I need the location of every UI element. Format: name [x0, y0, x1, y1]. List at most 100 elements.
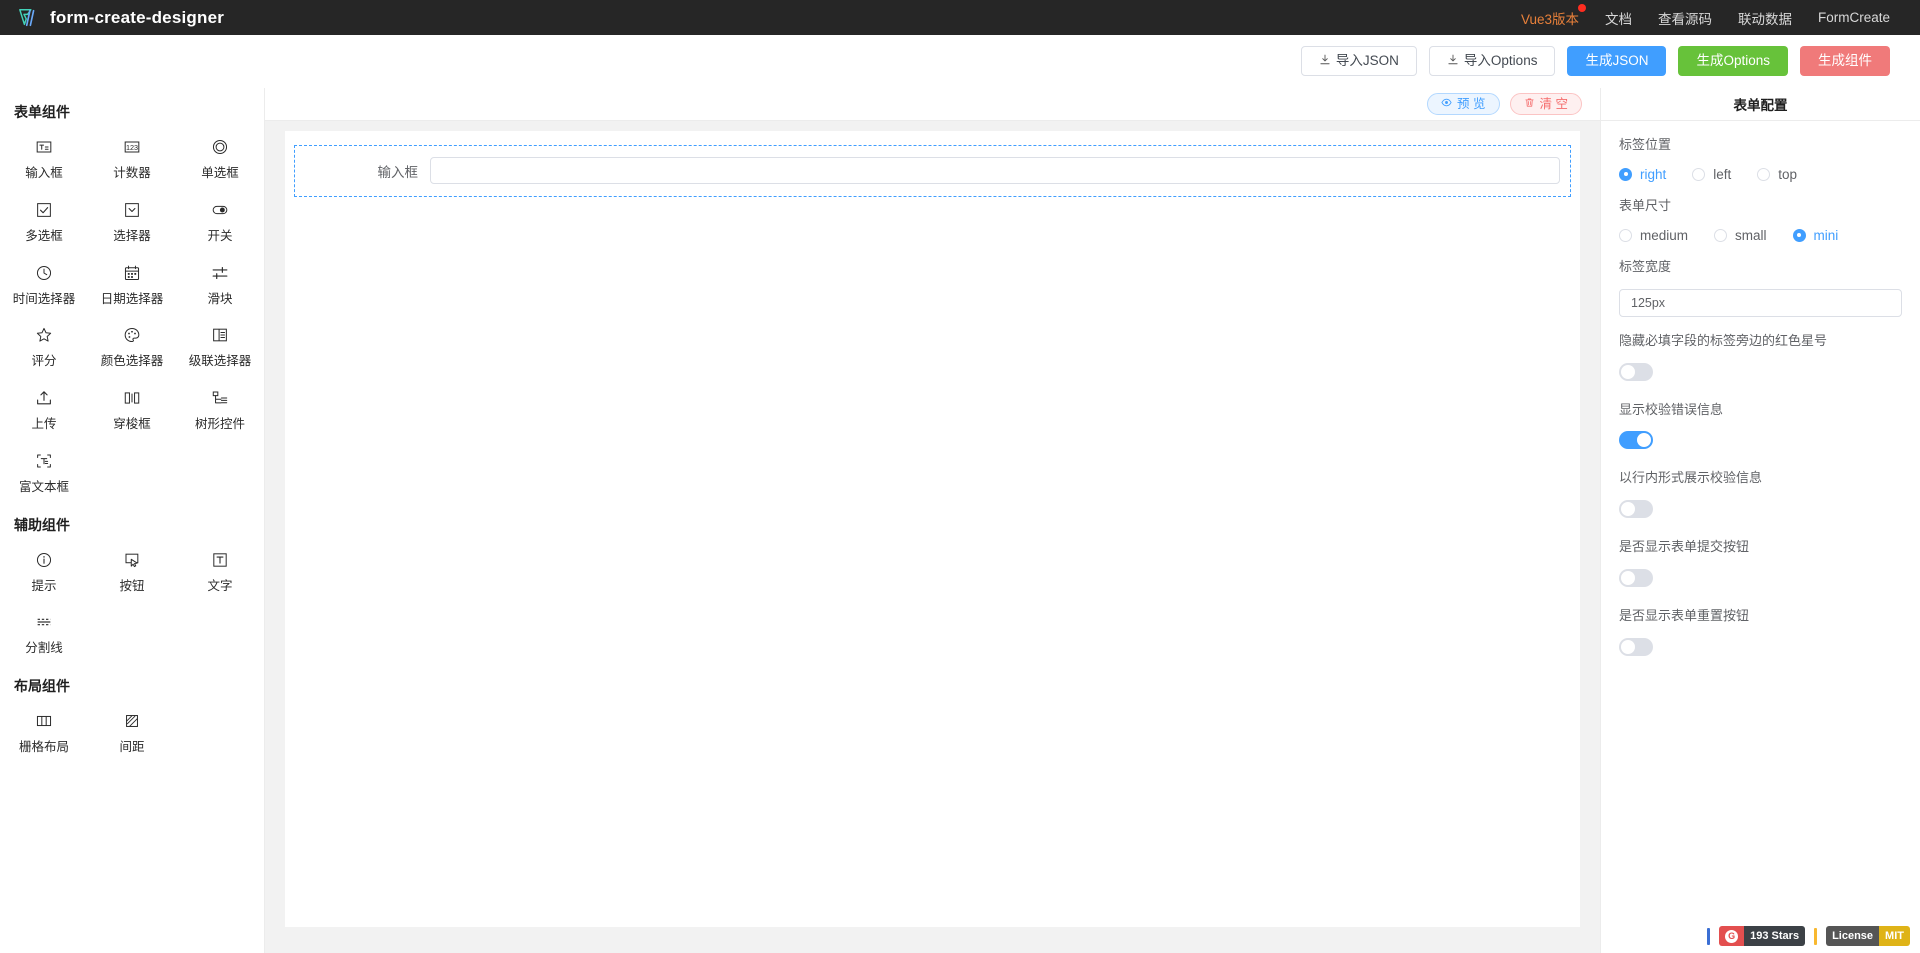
form-create-logo-icon — [18, 7, 40, 29]
palette-item-divider[interactable]: 分割线 — [0, 601, 88, 662]
config-panel: 表单配置 标签位置 right left top 表单尺寸 medium sma… — [1600, 88, 1920, 953]
palette-item-richtext[interactable]: 富文本框 — [0, 440, 88, 501]
palette-item-label: 时间选择器 — [12, 291, 76, 306]
config-panel-body[interactable]: 标签位置 right left top 表单尺寸 medium small mi… — [1601, 121, 1920, 953]
palette-item-transfer[interactable]: 穿梭框 — [88, 377, 176, 438]
gitee-stars-badge[interactable]: G 193 Stars — [1719, 926, 1806, 946]
palette-icon — [121, 324, 143, 346]
radio-label: small — [1735, 227, 1767, 243]
palette-item-label: 树形控件 — [194, 417, 245, 431]
form-canvas[interactable]: 输入框 — [285, 131, 1580, 927]
gitee-icon: G — [1725, 929, 1739, 943]
grid-icon — [33, 710, 55, 732]
palette-item-number[interactable]: 123 计数器 — [88, 126, 176, 187]
slider-icon — [209, 262, 231, 284]
palette-item-label: 穿梭框 — [113, 417, 151, 431]
nav-link-formcreate[interactable]: FormCreate — [1818, 10, 1890, 25]
nav-link-vue3[interactable]: Vue3版本 — [1521, 3, 1586, 28]
label-width-input[interactable] — [1619, 288, 1902, 317]
import-icon — [1447, 54, 1459, 68]
config-field-inline-message: 以行内形式展示校验信息 — [1619, 470, 1902, 523]
main-layout: 表单组件 输入框 123 计数器 单选框 多选框 选择器 开关 时间选择器 日期… — [0, 88, 1920, 953]
show-reset-button-switch[interactable] — [1619, 638, 1653, 657]
palette-item-upload[interactable]: 上传 — [0, 377, 88, 438]
palette-item-grid-layout[interactable]: 栅格布局 — [0, 700, 88, 761]
palette-item-color-picker[interactable]: 颜色选择器 — [88, 314, 176, 375]
palette-item-space[interactable]: 间距 — [88, 700, 176, 761]
brand: form-create-designer — [18, 7, 224, 29]
palette-item-label: 计数器 — [113, 166, 151, 180]
palette-grid-aux: 提示 按钮 文字 分割线 — [0, 539, 264, 663]
palette-item-date-picker[interactable]: 日期选择器 — [88, 252, 176, 313]
import-json-button-label: 导入JSON — [1335, 53, 1399, 69]
preview-button[interactable]: 预 览 — [1427, 93, 1500, 115]
palette-item-label: 级联选择器 — [188, 354, 252, 369]
palette-item-slider[interactable]: 滑块 — [176, 252, 264, 313]
import-options-button[interactable]: 导入Options — [1428, 46, 1556, 76]
palette-group-title-form: 表单组件 — [14, 104, 70, 120]
inline-message-switch[interactable] — [1619, 500, 1653, 519]
eye-icon — [1441, 97, 1452, 111]
checkbox-icon — [33, 199, 55, 221]
show-message-switch[interactable] — [1619, 431, 1653, 450]
star-icon — [33, 324, 55, 346]
switch-icon — [209, 199, 231, 221]
form-row-input[interactable]: 输入框 — [294, 145, 1571, 197]
input-icon — [33, 136, 55, 158]
palette-item-alert[interactable]: 提示 — [0, 539, 88, 600]
palette-item-select[interactable]: 选择器 — [88, 189, 176, 250]
button-icon — [121, 549, 143, 571]
radio-label-position-right[interactable]: right — [1619, 167, 1666, 182]
palette-item-tree[interactable]: 树形控件 — [176, 377, 264, 438]
form-size-radio-group[interactable]: medium small mini — [1619, 228, 1902, 243]
clear-button-label: 清 空 — [1539, 96, 1568, 111]
palette-item-label: 开关 — [207, 228, 233, 243]
config-field-submit-btn: 是否显示表单提交按钮 — [1619, 539, 1902, 592]
config-field-label: 标签宽度 — [1619, 258, 1672, 274]
radio-label: right — [1640, 166, 1667, 182]
radio-dot-icon — [1619, 228, 1632, 242]
generate-component-button[interactable]: 生成组件 — [1800, 46, 1890, 76]
radio-label-position-left[interactable]: left — [1692, 167, 1731, 182]
palette-item-time-picker[interactable]: 时间选择器 — [0, 252, 88, 313]
brand-title: form-create-designer — [50, 7, 225, 27]
config-field-label-position: 标签位置 right left top — [1619, 137, 1902, 182]
clear-button[interactable]: 清 空 — [1509, 93, 1582, 115]
palette-item-button[interactable]: 按钮 — [88, 539, 176, 600]
radio-label-position-top[interactable]: top — [1757, 167, 1797, 182]
radio-form-size-small[interactable]: small — [1714, 228, 1767, 243]
palette-item-label: 文字 — [207, 578, 233, 593]
palette-item-switch[interactable]: 开关 — [176, 189, 264, 250]
palette-item-text[interactable]: 文字 — [176, 539, 264, 600]
radio-form-size-medium[interactable]: medium — [1619, 228, 1688, 243]
nav-link-source[interactable]: 查看源码 — [1658, 8, 1712, 28]
nav-link-linkage-data[interactable]: 联动数据 — [1738, 8, 1792, 28]
label-position-radio-group[interactable]: right left top — [1619, 167, 1902, 182]
palette-item-rate[interactable]: 评分 — [0, 314, 88, 375]
radio-form-size-mini[interactable]: mini — [1792, 228, 1838, 243]
config-field-show-message: 显示校验错误信息 — [1619, 402, 1902, 455]
palette-item-cascader[interactable]: 级联选择器 — [176, 314, 264, 375]
palette-item-label: 多选框 — [25, 228, 63, 243]
hide-required-asterisk-switch[interactable] — [1619, 362, 1653, 381]
import-json-button[interactable]: 导入JSON — [1300, 46, 1417, 76]
generate-json-button[interactable]: 生成JSON — [1567, 46, 1667, 76]
generate-options-button[interactable]: 生成Options — [1678, 46, 1788, 76]
canvas-scroll-region[interactable]: 输入框 — [265, 121, 1600, 953]
show-submit-button-switch[interactable] — [1619, 569, 1653, 588]
config-field-reset-btn: 是否显示表单重置按钮 — [1619, 608, 1902, 661]
palette-item-checkbox[interactable]: 多选框 — [0, 189, 88, 250]
canvas-area: 预 览 清 空 输入框 — [265, 88, 1600, 953]
license-badge-right: MIT — [1879, 926, 1910, 946]
config-field-label: 是否显示表单提交按钮 — [1619, 539, 1750, 555]
config-field-hide-required-asterisk: 隐藏必填字段的标签旁边的红色星号 — [1619, 333, 1902, 386]
radio-label: medium — [1640, 227, 1689, 243]
svg-text:123: 123 — [126, 143, 138, 152]
palette-item-label: 上传 — [31, 417, 57, 431]
license-badge[interactable]: License MIT — [1826, 926, 1910, 946]
nav-link-docs[interactable]: 文档 — [1605, 8, 1632, 28]
form-row-input-field[interactable] — [430, 157, 1560, 184]
palette-item-radio[interactable]: 单选框 — [176, 126, 264, 187]
palette-item-input[interactable]: 输入框 — [0, 126, 88, 187]
component-palette[interactable]: 表单组件 输入框 123 计数器 单选框 多选框 选择器 开关 时间选择器 日期… — [0, 88, 265, 953]
